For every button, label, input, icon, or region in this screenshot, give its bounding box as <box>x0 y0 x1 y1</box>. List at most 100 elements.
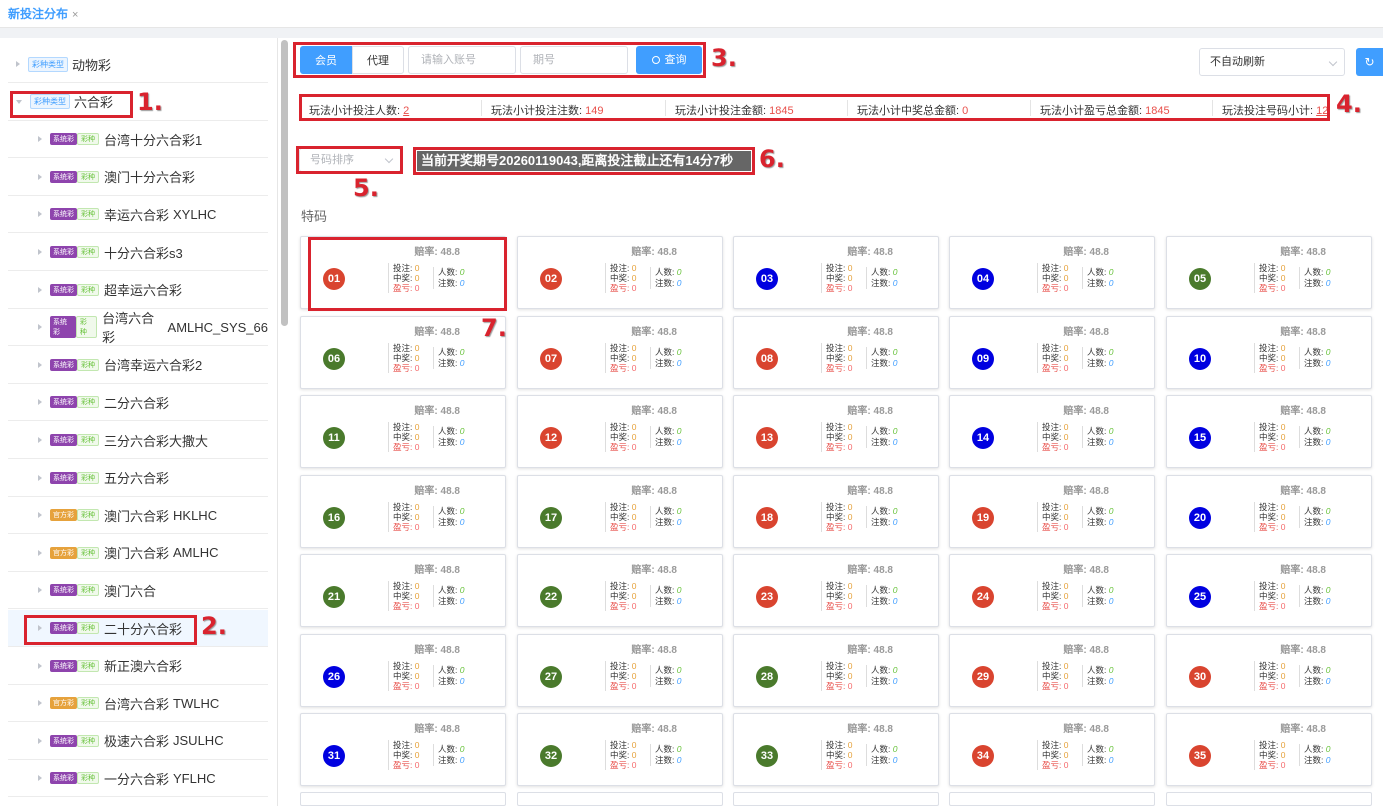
number-card[interactable]: 赔率: 48.8 02 投注: 0 中奖: 0 盈亏: 0 人数: 0 注数: 0 <box>517 236 723 309</box>
number-card[interactable]: 赔率: 48.8 04 投注: 0 中奖: 0 盈亏: 0 人数: 0 注数: 0 <box>949 236 1155 309</box>
annotation-label-4: 4. <box>1336 90 1362 118</box>
tree-item-lottery[interactable]: 系统彩 彩种 澳门十分六合彩 <box>8 159 268 196</box>
auto-refresh-select[interactable]: 不自动刷新 <box>1199 48 1345 76</box>
caret-right-icon[interactable] <box>38 549 42 556</box>
number-card[interactable]: 赔率: 48.8 18 投注: 0 中奖: 0 盈亏: 0 人数: 0 注数: 0 <box>733 474 939 548</box>
number-card[interactable]: 赔率: 48.8 26 投注: 0 中奖: 0 盈亏: 0 人数: 0 注数: 0 <box>300 633 506 707</box>
number-card[interactable]: 赔率: 48.8 22 投注: 0 中奖: 0 盈亏: 0 人数: 0 注数: 0 <box>517 554 723 627</box>
number-card[interactable]: 赔率: 48.8 24 投注: 0 中奖: 0 盈亏: 0 人数: 0 注数: 0 <box>949 554 1155 627</box>
number-card[interactable]: 赔率: 48.8 30 投注: 0 中奖: 0 盈亏: 0 人数: 0 注数: 0 <box>1166 633 1372 707</box>
caret-right-icon[interactable] <box>38 437 42 443</box>
lottery-source-badge: 系统彩 <box>50 584 77 597</box>
number-card[interactable]: 赔率: 48.8 03 投注: 0 中奖: 0 盈亏: 0 人数: 0 注数: 0 <box>733 236 939 309</box>
tree-item-lottery[interactable]: 系统彩 彩种 五分六合彩 <box>8 460 268 497</box>
tree-item-lottery[interactable]: 系统彩 彩种 极速六合彩 JSULHC <box>8 723 268 760</box>
refresh-button[interactable]: ↻ <box>1356 48 1383 76</box>
caret-right-icon[interactable] <box>38 136 42 143</box>
people-stats: 人数: 0 注数: 0 <box>1299 426 1330 448</box>
number-card[interactable]: 赔率: 48.8 16 投注: 0 中奖: 0 盈亏: 0 人数: 0 注数: 0 <box>300 474 506 548</box>
number-card[interactable]: 赔率: 48.8 29 投注: 0 中奖: 0 盈亏: 0 人数: 0 注数: 0 <box>949 633 1155 707</box>
number-card[interactable]: 赔率: 48.8 25 投注: 0 中奖: 0 盈亏: 0 人数: 0 注数: 0 <box>1166 554 1372 627</box>
lottery-source-badge: 系统彩 <box>50 208 77 221</box>
caret-right-icon[interactable] <box>38 662 42 669</box>
number-card[interactable]: 赔率: 48.8 17 投注: 0 中奖: 0 盈亏: 0 人数: 0 注数: 0 <box>517 474 723 548</box>
tree-item-lottery[interactable]: 官方彩 彩种 澳门六合彩 AMLHC <box>8 535 268 572</box>
number-card-partial[interactable] <box>733 792 939 806</box>
number-card[interactable]: 赔率: 48.8 15 投注: 0 中奖: 0 盈亏: 0 人数: 0 注数: 0 <box>1166 395 1372 468</box>
number-card[interactable]: 赔率: 48.8 10 投注: 0 中奖: 0 盈亏: 0 人数: 0 注数: 0 <box>1166 315 1372 389</box>
number-ball: 16 <box>323 506 345 529</box>
number-card[interactable]: 赔率: 48.8 13 投注: 0 中奖: 0 盈亏: 0 人数: 0 注数: 0 <box>733 395 939 468</box>
people-stats: 人数: 0 注数: 0 <box>650 664 681 687</box>
caret-right-icon[interactable] <box>16 61 20 67</box>
tree-item-lottery[interactable]: 系统彩 彩种 台湾六合彩 AMLHC_SYS_66 <box>8 309 268 347</box>
caret-right-icon[interactable] <box>38 737 42 744</box>
caret-right-icon[interactable] <box>38 211 42 218</box>
people-stats: 人数: 0 注数: 0 <box>1082 744 1113 766</box>
caret-right-icon[interactable] <box>38 587 42 594</box>
caret-right-icon[interactable] <box>38 700 42 707</box>
caret-right-icon[interactable] <box>38 512 42 519</box>
tree-item-lottery[interactable]: 系统彩 彩种 幸运六合彩 XYLHC <box>8 196 268 234</box>
type-badge: 彩种类型 <box>28 56 68 72</box>
number-ball: 12 <box>540 427 562 449</box>
number-card[interactable]: 赔率: 48.8 28 投注: 0 中奖: 0 盈亏: 0 人数: 0 注数: 0 <box>733 633 939 707</box>
lottery-source-badge: 官方彩 <box>50 509 77 522</box>
odds-text: 赔率: 48.8 <box>1063 485 1109 497</box>
number-card[interactable]: 赔率: 48.8 08 投注: 0 中奖: 0 盈亏: 0 人数: 0 注数: 0 <box>733 315 939 389</box>
number-card[interactable]: 赔率: 48.8 11 投注: 0 中奖: 0 盈亏: 0 人数: 0 注数: 0 <box>300 395 506 468</box>
number-card[interactable]: 赔率: 48.8 23 投注: 0 中奖: 0 盈亏: 0 人数: 0 注数: 0 <box>733 554 939 627</box>
tree-item-lottery[interactable]: 官方彩 彩种 台湾六合彩 TWLHC <box>8 685 268 723</box>
caret-right-icon[interactable] <box>38 474 42 481</box>
number-card-partial[interactable] <box>949 792 1155 806</box>
caret-right-icon[interactable] <box>38 324 42 331</box>
caret-right-icon[interactable] <box>38 775 42 782</box>
caret-right-icon[interactable] <box>38 249 42 255</box>
number-card[interactable]: 赔率: 48.8 14 投注: 0 中奖: 0 盈亏: 0 人数: 0 注数: 0 <box>949 395 1155 468</box>
caret-right-icon[interactable] <box>38 399 42 406</box>
number-card[interactable]: 赔率: 48.8 12 投注: 0 中奖: 0 盈亏: 0 人数: 0 注数: 0 <box>517 395 723 468</box>
tree-item-lottery[interactable]: 系统彩 彩种 台湾幸运六合彩2 <box>8 347 268 384</box>
number-card[interactable]: 赔率: 48.8 20 投注: 0 中奖: 0 盈亏: 0 人数: 0 注数: 0 <box>1166 474 1372 548</box>
tree-item-lottery[interactable]: 系统彩 彩种 台湾十分六合彩1 <box>8 121 268 159</box>
tree-item-lottery[interactable]: 官方彩 彩种 澳门六合彩 HKLHC <box>8 497 268 535</box>
lottery-source-badge: 系统彩 <box>50 659 77 672</box>
odds-text: 赔率: 48.8 <box>1280 644 1326 656</box>
number-card[interactable]: 赔率: 48.8 07 投注: 0 中奖: 0 盈亏: 0 人数: 0 注数: 0 <box>517 315 723 389</box>
number-card[interactable]: 赔率: 48.8 31 投注: 0 中奖: 0 盈亏: 0 人数: 0 注数: 0 <box>300 713 506 786</box>
number-card[interactable]: 赔率: 48.8 32 投注: 0 中奖: 0 盈亏: 0 人数: 0 注数: 0 <box>517 713 723 786</box>
caret-right-icon[interactable] <box>38 361 42 368</box>
number-card[interactable]: 赔率: 48.8 35 投注: 0 中奖: 0 盈亏: 0 人数: 0 注数: 0 <box>1166 713 1372 786</box>
tree-item-lottery[interactable]: 系统彩 彩种 一分六合彩 YFLHC <box>8 760 268 798</box>
tree-item-lottery[interactable]: 系统彩 彩种 十分六合彩s3 <box>8 234 268 271</box>
people-stats: 人数: 0 注数: 0 <box>1082 426 1113 448</box>
number-card[interactable]: 赔率: 48.8 09 投注: 0 中奖: 0 盈亏: 0 人数: 0 注数: 0 <box>949 315 1155 389</box>
number-card-partial[interactable] <box>1166 792 1372 806</box>
number-card[interactable]: 赔率: 48.8 19 投注: 0 中奖: 0 盈亏: 0 人数: 0 注数: 0 <box>949 474 1155 548</box>
people-stats: 人数: 0 注数: 0 <box>650 346 681 369</box>
tree-item-lottery[interactable]: 系统彩 彩种 澳门六合 <box>8 572 268 610</box>
sidebar-scrollbar[interactable] <box>281 40 288 326</box>
number-card-partial[interactable] <box>517 792 723 806</box>
number-card[interactable]: 赔率: 48.8 05 投注: 0 中奖: 0 盈亏: 0 人数: 0 注数: 0 <box>1166 236 1372 309</box>
tree-item-lottery[interactable]: 系统彩 彩种 二分六合彩 <box>8 384 268 422</box>
number-card[interactable]: 赔率: 48.8 27 投注: 0 中奖: 0 盈亏: 0 人数: 0 注数: 0 <box>517 633 723 707</box>
odds-text: 赔率: 48.8 <box>847 406 893 417</box>
bet-stats: 投注: 0 中奖: 0 盈亏: 0 <box>388 581 419 611</box>
caret-right-icon[interactable] <box>38 173 42 180</box>
caret-right-icon[interactable] <box>38 286 42 293</box>
number-card[interactable]: 赔率: 48.8 21 投注: 0 中奖: 0 盈亏: 0 人数: 0 注数: 0 <box>300 554 506 627</box>
tree-root-0[interactable]: 彩种类型 动物彩 <box>8 46 268 83</box>
bet-stats: 投注: 0 中奖: 0 盈亏: 0 <box>1254 740 1285 770</box>
number-card[interactable]: 赔率: 48.8 33 投注: 0 中奖: 0 盈亏: 0 人数: 0 注数: 0 <box>733 713 939 786</box>
tree-item-lottery[interactable]: 系统彩 彩种 三分六合彩大撒大 <box>8 422 268 459</box>
number-card-partial[interactable] <box>300 792 506 806</box>
lottery-kind-badge: 彩种 <box>77 434 99 446</box>
number-card[interactable]: 赔率: 48.8 06 投注: 0 中奖: 0 盈亏: 0 人数: 0 注数: 0 <box>300 315 506 389</box>
bet-stats: 投注: 0 中奖: 0 盈亏: 0 <box>821 581 852 611</box>
number-card[interactable]: 赔率: 48.8 34 投注: 0 中奖: 0 盈亏: 0 人数: 0 注数: 0 <box>949 713 1155 786</box>
close-icon[interactable]: × <box>72 9 78 21</box>
tree-item-lottery[interactable]: 系统彩 彩种 新正澳六合彩 <box>8 648 268 685</box>
tab-new-bet-distribution[interactable]: 新投注分布 × <box>8 5 78 23</box>
tree-item-lottery[interactable]: 系统彩 彩种 超幸运六合彩 <box>8 272 268 309</box>
